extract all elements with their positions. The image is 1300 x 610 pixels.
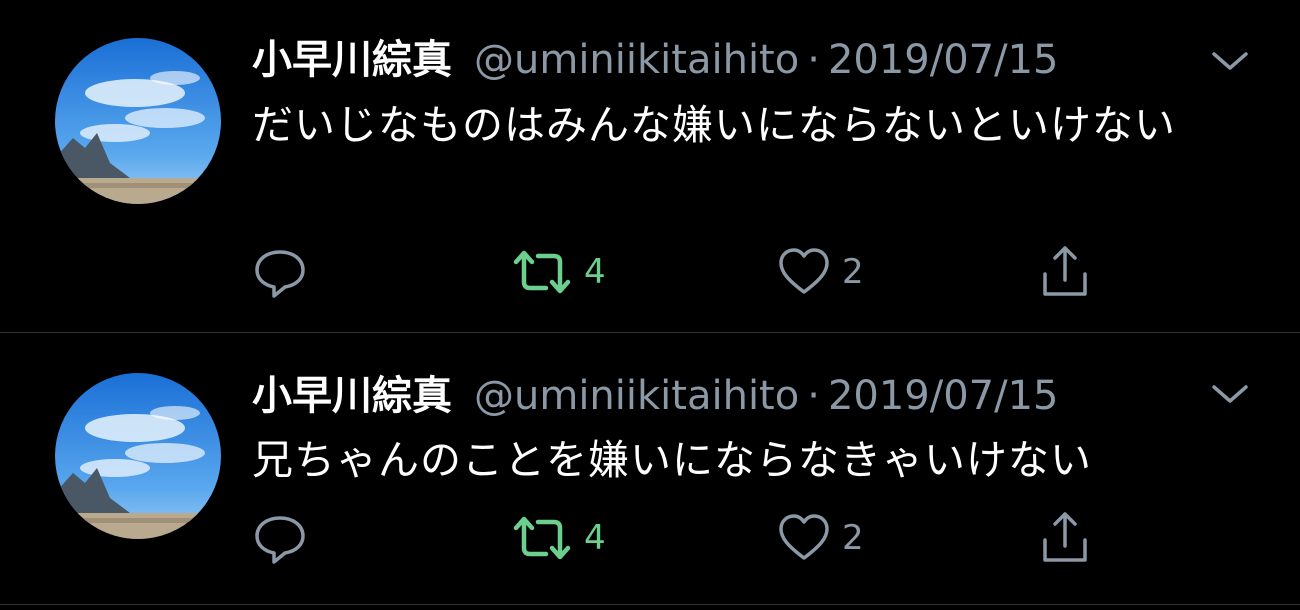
speech-bubble-icon xyxy=(255,516,305,564)
like-button[interactable]: 2 xyxy=(776,242,864,302)
timestamp[interactable]: 2019/07/15 xyxy=(828,371,1059,421)
tweet[interactable]: 小早川綜真 @uminiikitaihito · 2019/07/15 兄ちゃん… xyxy=(0,333,1300,605)
separator: · xyxy=(807,373,820,419)
display-name[interactable]: 小早川綜真 xyxy=(252,371,452,421)
separator: · xyxy=(807,37,820,83)
share-upload-icon xyxy=(1043,512,1087,562)
handle[interactable]: @uminiikitaihito xyxy=(474,371,799,421)
action-bar: 4 2 xyxy=(252,508,1112,568)
avatar[interactable] xyxy=(55,373,221,539)
tweet-text: だいじなものはみんな嫌いにならないといけない xyxy=(252,101,1176,149)
handle[interactable]: @uminiikitaihito xyxy=(474,35,799,85)
like-count: 2 xyxy=(842,252,864,292)
tweet[interactable]: 小早川綜真 @uminiikitaihito · 2019/07/15 だいじな… xyxy=(0,0,1300,333)
more-chevron-down-icon[interactable] xyxy=(1210,379,1250,409)
reply-button[interactable] xyxy=(252,508,308,568)
more-chevron-down-icon[interactable] xyxy=(1210,46,1250,76)
tweet-header: 小早川綜真 @uminiikitaihito · 2019/07/15 xyxy=(252,35,1058,85)
avatar[interactable] xyxy=(55,38,221,204)
retweet-button[interactable]: 4 xyxy=(510,508,606,568)
heart-icon xyxy=(779,514,829,560)
retweet-button[interactable]: 4 xyxy=(510,242,606,302)
tweet-header: 小早川綜真 @uminiikitaihito · 2019/07/15 xyxy=(252,371,1058,421)
reply-button[interactable] xyxy=(252,242,308,302)
like-count: 2 xyxy=(842,518,864,558)
display-name[interactable]: 小早川綜真 xyxy=(252,35,452,85)
share-upload-icon xyxy=(1043,246,1087,296)
retweet-arrows-icon xyxy=(513,250,571,294)
speech-bubble-icon xyxy=(255,250,305,298)
share-button[interactable] xyxy=(1037,508,1093,568)
heart-icon xyxy=(779,248,829,294)
retweet-count: 4 xyxy=(584,252,606,292)
action-bar: 4 2 xyxy=(252,242,1112,302)
retweet-count: 4 xyxy=(584,518,606,558)
share-button[interactable] xyxy=(1037,242,1093,302)
tweet-text: 兄ちゃんのことを嫌いにならなきゃいけない xyxy=(252,436,1092,484)
timestamp[interactable]: 2019/07/15 xyxy=(828,35,1059,85)
like-button[interactable]: 2 xyxy=(776,508,864,568)
retweet-arrows-icon xyxy=(513,516,571,560)
